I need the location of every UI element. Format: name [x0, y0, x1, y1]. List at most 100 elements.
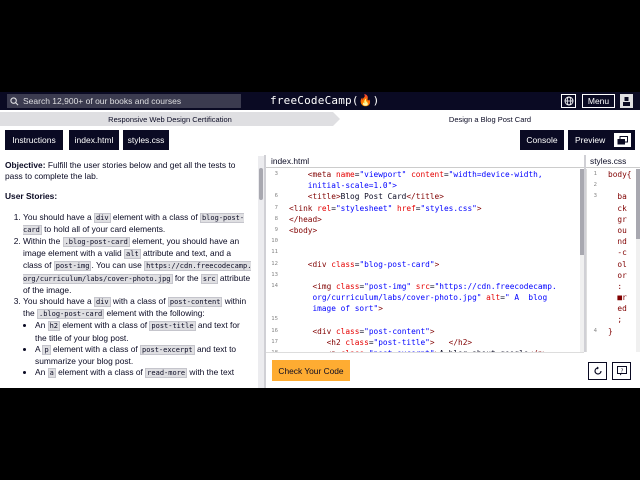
app-frame: Search 12,900+ of our books and courses …: [0, 92, 640, 388]
code-token: initial-scale=1.0">: [289, 181, 397, 191]
code-text: image of sort">: [289, 303, 382, 314]
code-token: "styles.css": [420, 203, 477, 213]
css-line[interactable]: 2: [587, 180, 640, 191]
code-token: <img: [312, 281, 336, 291]
preview-window-icon[interactable]: [614, 133, 631, 147]
line-number: 2: [593, 182, 597, 189]
code-line[interactable]: 11: [266, 247, 584, 258]
code-line[interactable]: 8 </head>: [266, 214, 584, 225]
code-line[interactable]: 14 <img class="post-img" src="https://cd…: [266, 281, 584, 292]
line-number: 3: [593, 193, 597, 200]
brand-logo[interactable]: freeCodeCamp(🔥): [270, 94, 379, 107]
code-token: class: [331, 259, 355, 269]
code-token: class: [345, 337, 369, 347]
tab-index-html[interactable]: index.html: [69, 130, 119, 150]
code-text: <title>Blog Post Card</title>: [289, 191, 444, 202]
code-token: >: [429, 337, 449, 347]
scrollbar-thumb[interactable]: [636, 169, 640, 239]
reset-button[interactable]: [588, 362, 607, 380]
css-line[interactable]: 4}: [587, 326, 640, 337]
list-item: A p element with a class of post-excerpt…: [35, 344, 252, 367]
code-line[interactable]: 3 <meta name="viewport" content="width=d…: [266, 169, 584, 180]
line-number: 4: [593, 327, 597, 334]
code-text: <h2 class="post-title"> </h2>: [289, 337, 473, 348]
css-text: :: [608, 281, 623, 291]
tab-preview[interactable]: Preview: [568, 130, 635, 150]
scrollbar-thumb[interactable]: [259, 168, 263, 200]
css-line[interactable]: or: [587, 270, 640, 281]
code-editor[interactable]: 3 <meta name="viewport" content="width=d…: [266, 169, 584, 352]
css-line[interactable]: ed: [587, 303, 640, 314]
code-text: </head>: [289, 214, 322, 225]
css-line[interactable]: ;: [587, 314, 640, 325]
editor-file-tab[interactable]: index.html: [266, 155, 584, 168]
code-text: <meta name="viewport" content="width=dev…: [289, 169, 543, 180]
line-number: 12: [271, 260, 278, 267]
code-text: initial-scale=1.0">: [289, 180, 397, 191]
css-line[interactable]: -c: [587, 247, 640, 258]
css-scrollbar[interactable]: [636, 169, 640, 352]
line-number: 14: [271, 282, 278, 289]
tab-instructions[interactable]: Instructions: [5, 130, 63, 150]
user-stories-heading: User Stories:: [5, 191, 58, 202]
line-number: 9: [274, 226, 278, 233]
code-token: image of sort": [289, 304, 379, 314]
code-line[interactable]: org/curriculum/labs/cover-photo.jpg" alt…: [266, 292, 584, 303]
check-code-button[interactable]: Check Your Code: [272, 360, 350, 381]
code-text: <img class="post-img" src="https://cdn.f…: [289, 281, 556, 292]
css-file-tab[interactable]: styles.css: [586, 155, 640, 168]
code-token: " A blog: [504, 293, 548, 303]
code-text: <body>: [289, 225, 317, 236]
css-line[interactable]: ou: [587, 225, 640, 236]
code-token: </h2>: [448, 337, 473, 347]
tab-console[interactable]: Console: [520, 130, 564, 150]
css-text: ck: [608, 203, 627, 213]
code-token: src: [411, 281, 430, 291]
code-token: alt: [481, 293, 501, 303]
objective-label: Objective:: [5, 160, 46, 170]
tab-styles-css[interactable]: styles.css: [123, 130, 169, 150]
css-line[interactable]: ol: [587, 259, 640, 270]
code-text: <div class="post-content">: [289, 326, 434, 337]
code-line[interactable]: image of sort">: [266, 303, 584, 314]
code-line[interactable]: 9 <body>: [266, 225, 584, 236]
css-line[interactable]: nd: [587, 236, 640, 247]
code-token: href: [392, 203, 416, 213]
breadcrumb-lab: Design a Blog Post Card: [448, 114, 532, 124]
css-line[interactable]: 1 body{: [587, 169, 640, 180]
avatar-icon[interactable]: [620, 94, 633, 108]
code-line[interactable]: 13: [266, 270, 584, 281]
code-token: <h2: [326, 337, 346, 347]
css-line[interactable]: ■r: [587, 292, 640, 303]
css-line[interactable]: ck: [587, 203, 640, 214]
css-text: ol: [608, 259, 627, 269]
menu-button[interactable]: Menu: [582, 94, 615, 108]
code-line[interactable]: 16 <div class="post-content">: [266, 326, 584, 337]
code-line[interactable]: 7 <link rel="stylesheet" href="styles.css…: [266, 203, 584, 214]
css-line[interactable]: gr: [587, 214, 640, 225]
user-stories-list: You should have a div element with a cla…: [5, 212, 252, 380]
code-token: "post-img": [364, 281, 412, 291]
code-line[interactable]: initial-scale=1.0">: [266, 180, 584, 191]
code-token: </head>: [289, 214, 322, 224]
css-editor[interactable]: 1 body{ 2 3 ba ck gr ou nd -c ol or : ■r ed…: [586, 169, 640, 352]
language-globe-icon[interactable]: [561, 94, 576, 108]
code-text: org/curriculum/labs/cover-photo.jpg" alt…: [289, 292, 547, 303]
help-button[interactable]: ?: [612, 362, 631, 380]
sub-list: An h2 element with a class of post-title…: [23, 320, 252, 379]
line-number: 15: [271, 316, 278, 323]
css-line[interactable]: 3 ba: [587, 191, 640, 202]
code-line[interactable]: 17 <h2 class="post-title"> </h2>: [266, 337, 584, 348]
code-line[interactable]: 10: [266, 236, 584, 247]
code-line[interactable]: 6 <title>Blog Post Card</title>: [266, 191, 584, 202]
code-line[interactable]: 15: [266, 314, 584, 325]
code-line[interactable]: 12 <div class="blog-post-card">: [266, 259, 584, 270]
breadcrumb-certification[interactable]: Responsive Web Design Certification: [0, 112, 340, 126]
css-line[interactable]: :: [587, 281, 640, 292]
search-bar[interactable]: Search 12,900+ of our books and courses: [7, 94, 241, 108]
